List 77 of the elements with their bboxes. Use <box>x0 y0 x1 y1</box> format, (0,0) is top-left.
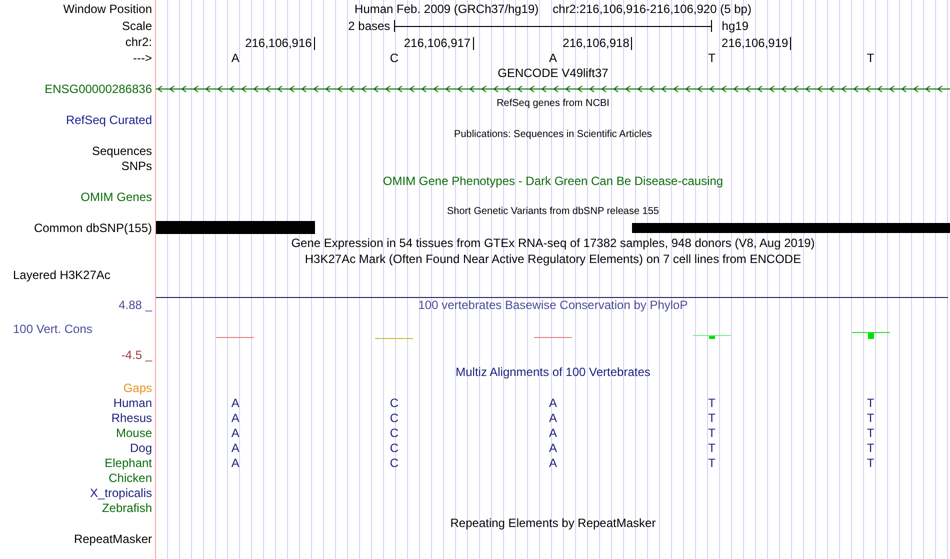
track-title: Repeating Elements by RepeatMasker <box>450 517 656 529</box>
base-letter: A <box>548 412 558 424</box>
base-letter: C <box>388 426 400 438</box>
track-label[interactable]: Layered H3K27Ac <box>13 268 110 280</box>
base-letter: C <box>388 442 400 454</box>
track-title: Gene Expression in 54 tissues from GTEx RNA-seq of 17382 samples, 948 donors (V8, Aug 2019) <box>291 237 815 249</box>
base-letter: C <box>388 456 400 468</box>
base-letter: T <box>707 396 716 408</box>
base-letter: T <box>866 396 876 408</box>
base-letter: A <box>548 456 558 468</box>
base-letter: T <box>866 426 876 438</box>
base-letter: T <box>866 442 876 454</box>
track-label[interactable]: -4.5 _ <box>121 349 152 361</box>
scale-assembly: hg19 <box>720 18 750 35</box>
base-letter: A <box>230 412 240 424</box>
base-letter: A <box>548 442 558 454</box>
track-title: Multiz Alignments of 100 Vertebrates <box>456 366 650 378</box>
track-label[interactable]: RefSeq Curated <box>66 114 152 126</box>
ruler-tick: 216,106,919 <box>721 37 792 50</box>
base-letter: T <box>707 426 716 438</box>
conservation-mark <box>216 337 254 338</box>
track-label[interactable]: Mouse <box>116 426 152 438</box>
base-letter: C <box>388 412 400 424</box>
track-label[interactable]: Scale <box>122 20 152 32</box>
track-label[interactable]: Elephant <box>104 456 152 468</box>
base-letter: C <box>388 396 400 408</box>
base-letter: A <box>230 426 240 438</box>
base-letter: T <box>707 412 716 424</box>
base-letter: A <box>548 426 558 438</box>
base-letter: A <box>548 396 558 408</box>
conservation-mark <box>692 335 731 339</box>
track-label[interactable]: Window Position <box>63 2 152 14</box>
base-letter: T <box>707 52 716 64</box>
track-label[interactable]: Sequences <box>92 144 152 156</box>
base-letter: A <box>230 52 240 64</box>
base-letter: A <box>230 456 240 468</box>
track-label[interactable]: Human <box>113 396 152 408</box>
variant-bar[interactable] <box>632 222 950 232</box>
assembly-title: Human Feb. 2009 (GRCh37/hg19) <box>354 0 539 18</box>
track-label[interactable]: chr2: <box>125 36 152 48</box>
track-title: H3K27Ac Mark (Often Found Near Active Regulatory Elements) on 7 cell lines from ENCODE <box>304 253 802 265</box>
track-label[interactable]: SNPs <box>121 160 152 172</box>
track-label[interactable]: 100 Vert. Cons <box>13 323 92 335</box>
track-label[interactable]: ENSG00000286836 <box>44 82 152 94</box>
track-title: Publications: Sequences in Scientific Articles <box>454 130 652 140</box>
base-letter: T <box>707 442 716 454</box>
base-letter: A <box>230 442 240 454</box>
ruler-tick: 216,106,918 <box>562 37 632 50</box>
base-letter: A <box>230 396 240 408</box>
position-title: chr2:216,106,916-216,106,920 (5 bp) <box>552 0 752 18</box>
scale-text: 2 bases <box>347 18 392 35</box>
track-label[interactable]: Common dbSNP(155) <box>34 222 152 234</box>
track-title: Short Genetic Variants from dbSNP release 155 <box>447 207 659 217</box>
base-letter: A <box>548 52 558 64</box>
track-label[interactable]: Zebrafish <box>102 502 152 514</box>
track-title: OMIM Gene Phenotypes - Dark Green Can Be Disease-causing <box>382 175 724 187</box>
ruler-tick: 216,106,916 <box>245 37 315 50</box>
conservation-mark <box>534 337 572 338</box>
base-letter: C <box>388 52 400 64</box>
track-label[interactable]: OMIM Genes <box>80 190 152 202</box>
base-letter: T <box>707 456 716 468</box>
track-label[interactable]: ---> <box>133 52 152 64</box>
track-label[interactable]: 4.88 _ <box>118 299 152 311</box>
base-letter: T <box>866 456 876 468</box>
ruler-tick: 216,106,917 <box>404 37 474 50</box>
track-label[interactable]: Chicken <box>108 472 152 484</box>
track-label[interactable]: Dog <box>130 442 152 454</box>
conservation-mark <box>375 338 414 339</box>
base-letter: T <box>866 52 876 64</box>
track-title: GENCODE V49lift37 <box>498 67 608 79</box>
conservation-mark <box>852 332 890 339</box>
track-label[interactable]: X_tropicalis <box>90 486 152 498</box>
track-label[interactable]: RepeatMasker <box>74 532 152 544</box>
track-title: 100 vertebrates Basewise Conservation by PhyloP <box>418 299 688 311</box>
track-title: RefSeq genes from NCBI <box>496 99 610 109</box>
track-label[interactable]: Rhesus <box>111 412 152 424</box>
base-letter: T <box>866 412 876 424</box>
